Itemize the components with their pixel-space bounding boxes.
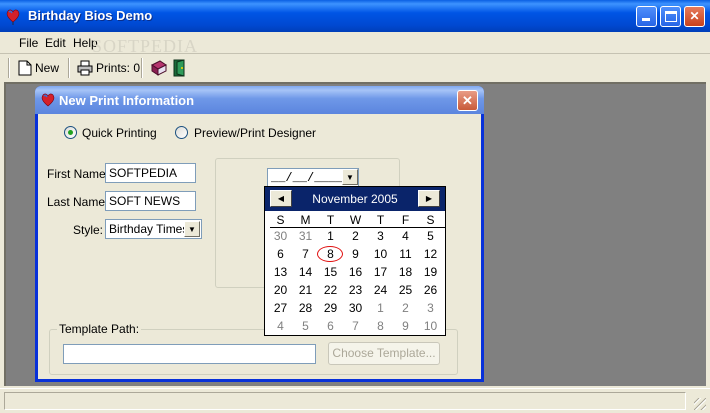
calendar-day[interactable]: 18 — [393, 263, 418, 281]
calendar-day[interactable]: 7 — [293, 245, 318, 263]
style-select[interactable]: Birthday Times ▼ — [105, 219, 202, 239]
calendar-day[interactable]: 14 — [293, 263, 318, 281]
first-name-field[interactable]: SOFTPEDIA — [105, 163, 196, 183]
calendar-day[interactable]: 28 — [293, 299, 318, 317]
calendar-day[interactable]: 8 — [368, 317, 393, 335]
last-name-label: Last Name: — [47, 195, 109, 209]
choose-template-button[interactable]: Choose Template... — [328, 342, 440, 365]
next-month-button[interactable]: ▶ — [418, 190, 440, 207]
calendar-day[interactable]: 22 — [318, 281, 343, 299]
statusbar — [0, 388, 710, 413]
calendar-day[interactable]: 1 — [368, 299, 393, 317]
calendar-day[interactable]: 12 — [418, 245, 443, 263]
calendar-day[interactable]: 31 — [293, 227, 318, 245]
calendar-day[interactable]: 15 — [318, 263, 343, 281]
calendar-day[interactable]: 5 — [293, 317, 318, 335]
first-name-label: First Name: — [47, 167, 110, 181]
exit-door-icon — [173, 59, 185, 77]
calendar-day[interactable]: 19 — [418, 263, 443, 281]
calendar-day[interactable]: 5 — [418, 227, 443, 245]
chevron-down-icon[interactable]: ▼ — [184, 221, 200, 237]
template-path-label: Template Path: — [57, 322, 142, 336]
last-name-field[interactable]: SOFT NEWS — [105, 191, 196, 211]
menu-file[interactable]: File — [19, 36, 38, 50]
calendar-day[interactable]: 6 — [318, 317, 343, 335]
prints-button[interactable]: Prints: 0 — [77, 58, 140, 78]
calendar-day[interactable]: 27 — [268, 299, 293, 317]
calendar-day[interactable]: 30 — [343, 299, 368, 317]
style-label: Style: — [73, 223, 104, 237]
date-dropdown-button[interactable]: ▼ — [342, 169, 358, 185]
help-book-button[interactable] — [150, 58, 168, 78]
close-button[interactable]: ✕ — [684, 6, 705, 27]
calendar-day[interactable]: 17 — [368, 263, 393, 281]
calendar-day[interactable]: 4 — [393, 227, 418, 245]
minimize-button[interactable] — [636, 6, 657, 27]
date-value: __/__/____ — [271, 171, 344, 185]
main-titlebar[interactable]: Birthday Bios Demo ✕ — [0, 0, 710, 32]
resize-grip[interactable] — [694, 398, 706, 410]
calendar-day[interactable]: 2 — [343, 227, 368, 245]
calendar-day[interactable]: 11 — [393, 245, 418, 263]
balloon-heart-icon — [41, 93, 55, 107]
calendar-day[interactable]: 23 — [343, 281, 368, 299]
calendar-day[interactable]: 4 — [268, 317, 293, 335]
calendar-day[interactable]: 16 — [343, 263, 368, 281]
calendar-day[interactable]: 21 — [293, 281, 318, 299]
maximize-button[interactable] — [660, 6, 681, 27]
exit-button[interactable] — [172, 58, 188, 78]
calendar-day[interactable]: 9 — [343, 245, 368, 263]
printer-icon — [77, 60, 93, 76]
calendar-day[interactable]: 3 — [418, 299, 443, 317]
balloon-heart-icon — [6, 9, 20, 25]
new-label: New — [35, 61, 60, 75]
dialog-titlebar[interactable]: New Print Information ✕ — [35, 86, 484, 114]
template-path-field[interactable] — [63, 344, 316, 364]
book-icon — [151, 60, 167, 76]
calendar-day[interactable]: 10 — [418, 317, 443, 335]
calendar-day[interactable]: 20 — [268, 281, 293, 299]
preview-designer-label[interactable]: Preview/Print Designer — [194, 126, 316, 140]
quick-printing-label[interactable]: Quick Printing — [82, 126, 157, 140]
prints-label: Prints: 0 — [96, 61, 141, 75]
calendar-day[interactable]: 7 — [343, 317, 368, 335]
quick-printing-radio[interactable] — [64, 126, 77, 139]
dialog-title: New Print Information — [59, 93, 195, 108]
calendar-header: ◀ November 2005 ▶ — [265, 187, 445, 211]
dialog-close-button[interactable]: ✕ — [457, 90, 478, 111]
today-circle-marker — [317, 246, 343, 262]
window-title: Birthday Bios Demo — [28, 8, 153, 23]
calendar-day[interactable]: 10 — [368, 245, 393, 263]
menu-edit[interactable]: Edit — [45, 36, 66, 50]
style-selected-value: Birthday Times — [109, 222, 189, 236]
calendar-day[interactable]: 1 — [318, 227, 343, 245]
status-panel — [4, 392, 686, 410]
new-button[interactable]: New — [18, 58, 59, 78]
softpedia-watermark: SOFTPEDIA — [92, 36, 199, 56]
calendar-day[interactable]: 30 — [268, 227, 293, 245]
calendar-day[interactable]: 6 — [268, 245, 293, 263]
toolbar-grip — [8, 58, 10, 78]
calendar-day[interactable]: 3 — [368, 227, 393, 245]
calendar-day[interactable]: 13 — [268, 263, 293, 281]
calendar-day[interactable]: 2 — [393, 299, 418, 317]
calendar-day[interactable]: 9 — [393, 317, 418, 335]
preview-designer-radio[interactable] — [175, 126, 188, 139]
new-document-icon — [18, 60, 32, 76]
toolbar: New Prints: 0 — [0, 55, 710, 81]
calendar-day[interactable]: 25 — [393, 281, 418, 299]
calendar-day[interactable]: 26 — [418, 281, 443, 299]
calendar-day[interactable]: 24 — [368, 281, 393, 299]
calendar-dropdown: ◀ November 2005 ▶ S M T W T F S 30 31 1 2 3 4 5 6 7 8 9 10… — [264, 186, 446, 336]
toolbar-separator — [141, 58, 143, 78]
toolbar-separator — [68, 58, 70, 78]
calendar-day[interactable]: 29 — [318, 299, 343, 317]
